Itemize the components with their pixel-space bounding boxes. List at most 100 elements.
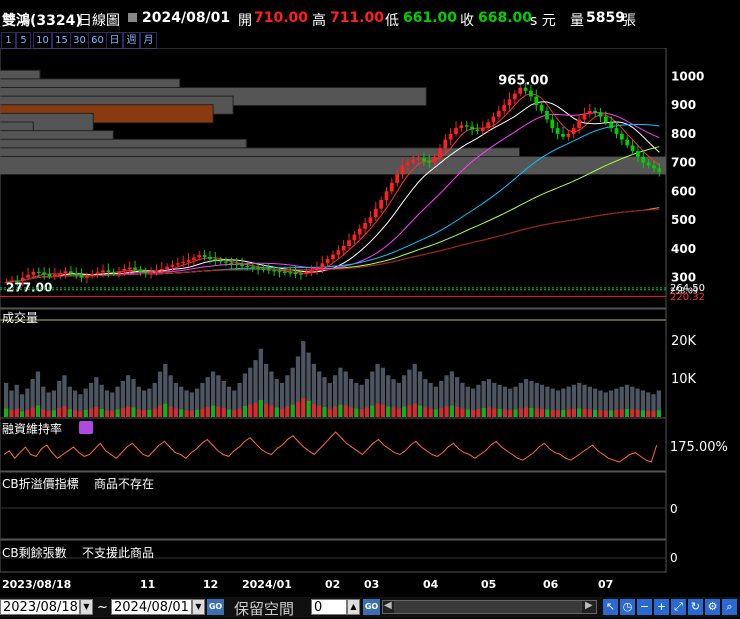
chevron-right-icon[interactable]: ▶ <box>585 600 593 611</box>
volume-bar-overlay <box>67 409 72 417</box>
candle-body <box>208 256 212 259</box>
clock-icon[interactable]: ◷ <box>620 599 635 615</box>
date-axis-tick: 06 <box>543 578 559 591</box>
candle-body <box>459 125 464 129</box>
close-label: 收 <box>460 13 474 29</box>
go-button[interactable]: GO <box>207 599 224 615</box>
dropdown-icon[interactable] <box>128 13 137 22</box>
volume-profile <box>0 69 667 175</box>
candle-body <box>475 129 480 131</box>
zoom-out-icon[interactable]: − <box>637 599 652 615</box>
zoom-in-icon[interactable]: + <box>654 599 669 615</box>
cb-remain-title: CB剩餘張數 <box>2 546 67 560</box>
low-value: 661.00 <box>403 10 458 26</box>
candle-body <box>577 119 581 129</box>
timeframe-button[interactable]: 60 <box>88 32 107 49</box>
candle-body <box>256 267 260 269</box>
candle-body <box>117 271 121 274</box>
volume-bar-overlay <box>455 407 460 417</box>
volume-bar-overlay <box>502 409 508 417</box>
volume-bar-overlay <box>593 409 598 417</box>
end-date-field[interactable]: 2024/08/01 <box>111 599 192 615</box>
volume-bar-overlay <box>391 407 396 417</box>
max-price-label: 965.00 <box>498 73 548 88</box>
go-button[interactable]: GO <box>363 599 380 615</box>
cb-premium-axis-tick: 0 <box>670 502 678 516</box>
volume-bar-overlay <box>561 409 566 417</box>
volume-bar-overlay <box>237 408 242 417</box>
candle-body <box>181 261 186 264</box>
candle-body <box>357 228 362 235</box>
margin-ratio-line <box>3 431 658 463</box>
volume-bar-overlay <box>205 407 210 417</box>
volume-bar-overlay <box>322 407 327 417</box>
candle-body <box>138 269 143 272</box>
candle-body <box>518 87 523 94</box>
volume-bar-overlay <box>364 407 370 417</box>
candle-body <box>320 263 325 268</box>
cursor-arrow-icon[interactable]: ↖ <box>603 599 618 615</box>
candle-body <box>154 270 159 273</box>
candle-body <box>288 272 293 274</box>
timeframe-button[interactable]: 月 <box>140 32 157 49</box>
timeframe-button[interactable]: 1 <box>1 32 16 49</box>
list-icon[interactable] <box>79 421 93 434</box>
candle-body <box>74 273 79 276</box>
date-axis-tick: 12 <box>203 578 218 591</box>
candle-body <box>529 90 533 97</box>
chevron-left-icon[interactable]: ◀ <box>384 600 392 611</box>
volume-bar-overlay <box>412 403 417 417</box>
volume-bar-overlay <box>14 408 19 417</box>
stock-title: 雙鴻(3324) <box>2 13 82 29</box>
candle-body <box>299 273 303 275</box>
spinner-icon[interactable]: ▲ <box>347 599 360 615</box>
volume-bar-overlay <box>51 410 57 417</box>
volume-bar-overlay <box>646 410 651 417</box>
volume-bar-overlay <box>94 407 99 417</box>
volume-bar-overlay <box>57 407 62 417</box>
scrollbar-thumb[interactable] <box>394 601 582 613</box>
quote-header: 雙鴻(3324) 日線圖 2024/08/01 開 710.00 高 711.0… <box>0 0 740 32</box>
start-date-field[interactable]: 2023/08/18 <box>0 599 80 615</box>
candle-body <box>347 240 351 246</box>
timeframe-button[interactable]: 30 <box>70 32 89 49</box>
zoom-search-icon[interactable]: ⌕ <box>722 599 737 615</box>
candle-body <box>395 174 400 183</box>
volume-bar-overlay <box>248 404 253 417</box>
refresh-icon[interactable]: ↻ <box>688 599 703 615</box>
volume-bar-overlay <box>513 409 518 417</box>
reserve-space-field[interactable]: 0 <box>311 599 347 615</box>
candle-body <box>224 261 228 263</box>
expand-icon[interactable]: ⤢ <box>671 599 686 615</box>
settings-icon[interactable]: ⚙ <box>705 599 720 615</box>
chevron-down-icon[interactable]: ▼ <box>80 599 93 615</box>
volume-bar-overlay <box>396 408 401 417</box>
candle-body <box>657 168 662 172</box>
timeframe-button[interactable]: 5 <box>16 32 31 49</box>
panel-border <box>0 417 667 472</box>
candle-body <box>400 165 405 175</box>
volume-bar-overlay <box>115 409 120 417</box>
chevron-down-icon[interactable]: ▼ <box>192 599 205 615</box>
timeframe-button[interactable]: 日 <box>106 32 123 49</box>
price-axis-tick: 500 <box>671 213 696 227</box>
range-separator: ~ <box>97 600 108 615</box>
timeframe-button[interactable]: 10 <box>33 32 52 49</box>
candle-body <box>229 262 234 264</box>
candle-body <box>143 271 148 274</box>
candle-body <box>652 165 656 169</box>
volume-bar-overlay <box>136 409 141 417</box>
candle-body <box>384 191 389 200</box>
volume-bar-overlay <box>407 405 412 417</box>
candle-body <box>304 272 309 275</box>
volume-bar-overlay <box>104 410 110 417</box>
timeframe-button[interactable]: 週 <box>123 32 140 49</box>
candle-body <box>464 125 469 127</box>
volume-bar-overlay <box>619 409 624 417</box>
chart-type-label: 日線圖 <box>78 13 120 29</box>
price-axis: 1000900800700600500400300 <box>671 69 704 284</box>
timeframe-button[interactable]: 15 <box>52 32 71 49</box>
volume-bar-overlay <box>216 406 221 417</box>
volume-bar-overlay <box>30 407 35 417</box>
chart-area[interactable]: 1000900800700600500400300 20K10K 2023/08… <box>0 48 740 597</box>
